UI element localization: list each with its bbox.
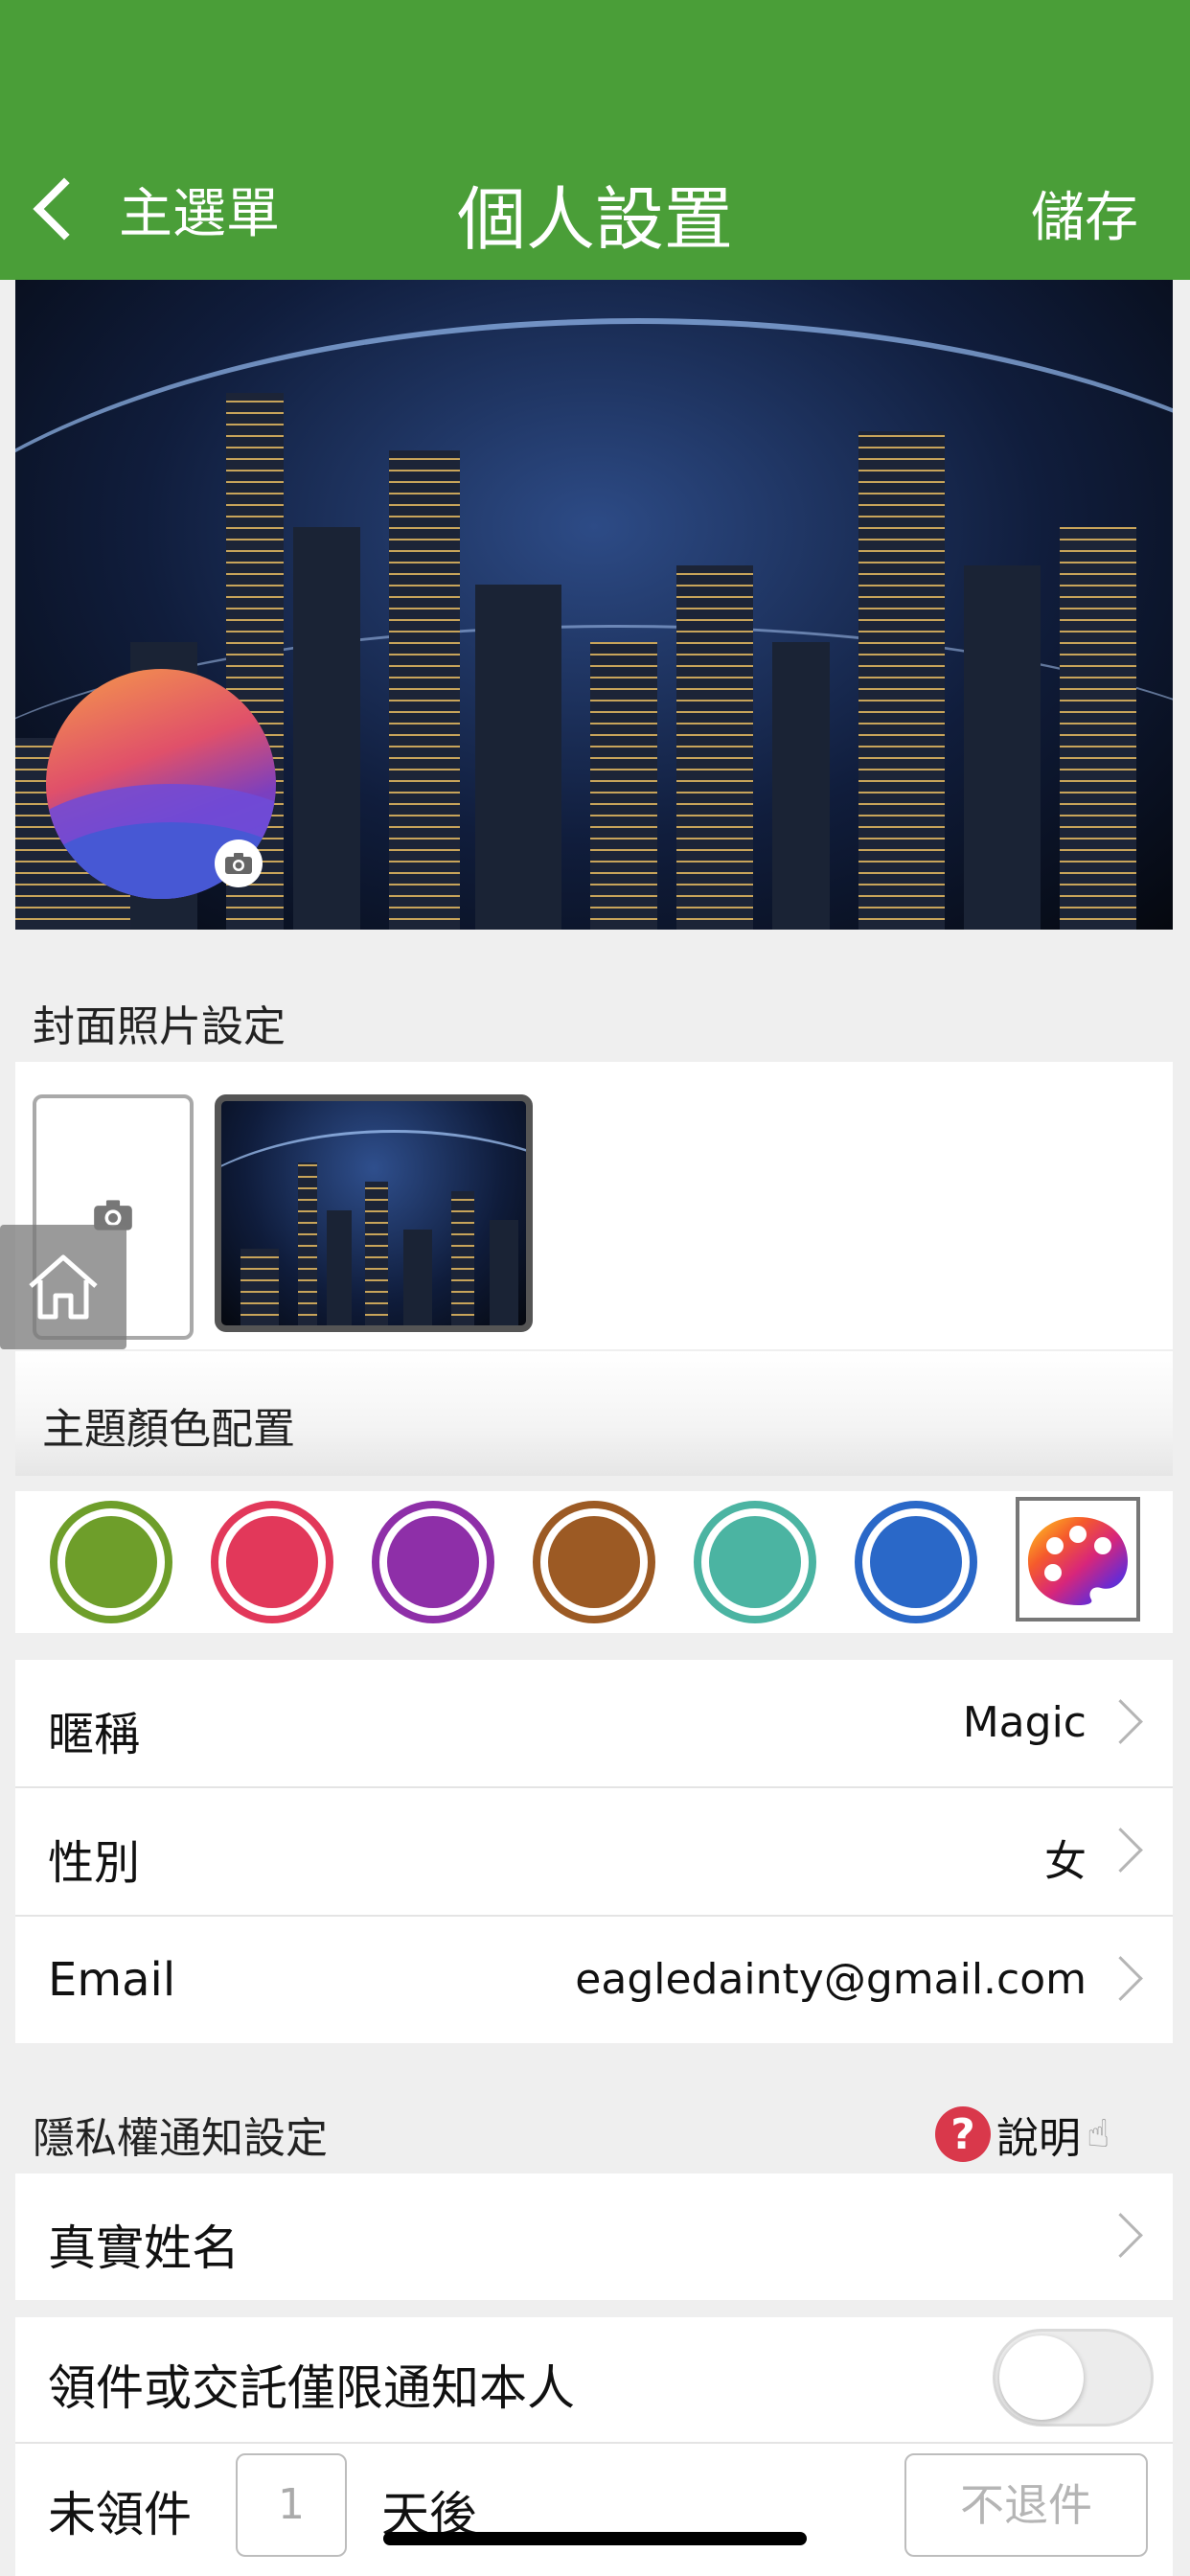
gender-label: 性別 — [48, 1836, 141, 1890]
privacy-section-title: 隱私權通知設定 — [33, 2114, 328, 2163]
home-icon — [29, 1254, 98, 1320]
page-title: 個人設置 — [456, 179, 733, 260]
custom-color-button[interactable] — [1016, 1497, 1140, 1622]
days-input[interactable]: 1 — [236, 2453, 347, 2557]
tap-hand-icon: ☝ — [1087, 2112, 1110, 2156]
help-button[interactable]: ? 說明 ☝ — [935, 2104, 1110, 2165]
gender-row[interactable]: 性別 女 — [15, 1788, 1173, 1915]
theme-swatch-purple[interactable] — [372, 1501, 494, 1623]
chevron-right-icon — [1098, 2213, 1143, 2258]
home-floating-button[interactable] — [0, 1225, 126, 1349]
help-label: 說明 — [996, 2114, 1081, 2163]
email-row[interactable]: Email eagledainty@gmail.com — [15, 1917, 1173, 2043]
home-indicator — [383, 2532, 807, 2545]
theme-swatch-teal[interactable] — [694, 1501, 816, 1623]
notify-self-toggle[interactable] — [993, 2329, 1154, 2426]
email-label: Email — [48, 1953, 176, 2007]
chevron-right-icon — [1098, 1699, 1143, 1744]
no-return-button[interactable]: 不退件 — [904, 2453, 1148, 2557]
gender-value: 女 — [1044, 1837, 1087, 1886]
nickname-value: Magic — [962, 1698, 1087, 1747]
divider — [15, 2442, 1173, 2444]
theme-swatch-green[interactable] — [50, 1501, 172, 1623]
question-icon: ? — [935, 2106, 991, 2162]
toggle-knob — [999, 2335, 1084, 2420]
camera-icon[interactable] — [215, 840, 263, 887]
save-button[interactable]: 儲存 — [1031, 174, 1138, 252]
cover-section-title: 封面照片設定 — [33, 1002, 286, 1051]
theme-swatch-brown[interactable] — [533, 1501, 655, 1623]
theme-section-title: 主題顏色配置 — [42, 1405, 295, 1454]
notify-self-label: 領件或交託僅限通知本人 — [48, 2360, 575, 2416]
real-name-label: 真實姓名 — [48, 2220, 240, 2276]
theme-swatch-blue[interactable] — [855, 1501, 977, 1623]
real-name-row[interactable]: 真實姓名 — [15, 2174, 1173, 2300]
theme-swatch-red[interactable] — [211, 1501, 333, 1623]
chevron-right-icon — [1098, 1956, 1143, 2001]
chevron-right-icon — [1098, 1828, 1143, 1873]
palette-icon — [1028, 1517, 1128, 1605]
nickname-label: 暱稱 — [48, 1708, 141, 1761]
cover-thumbnail-selected[interactable] — [215, 1094, 533, 1332]
email-value: eagledainty@gmail.com — [575, 1955, 1087, 2004]
unclaimed-label: 未領件 — [48, 2487, 192, 2542]
nickname-row[interactable]: 暱稱 Magic — [15, 1660, 1173, 1786]
